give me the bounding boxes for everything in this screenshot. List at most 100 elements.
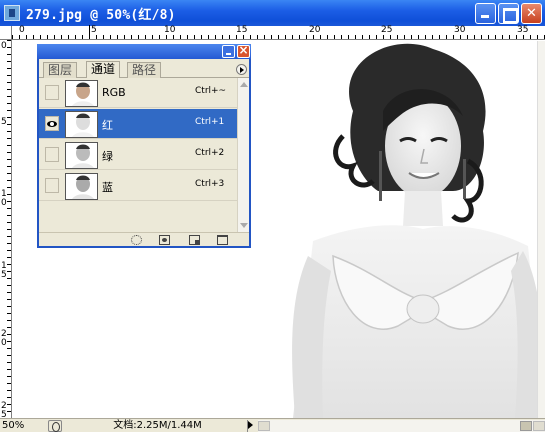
status-menu-arrow-icon[interactable] [248,421,253,429]
channel-shortcut: Ctrl+1 [195,117,225,127]
ruler-tick [7,271,11,272]
ruler-tick [376,35,377,39]
ruler-tick [7,362,11,363]
ruler-tick [7,124,11,125]
status-bar: 50% 文档:2.25M/1.44M [0,418,545,432]
zoom-level[interactable]: 50% [2,420,44,432]
ruler-tick [7,201,11,202]
ruler-tick [180,35,181,39]
ruler-tick [404,35,405,39]
ruler-tick [222,35,223,39]
channels-panel: 图层 通道 路径 RGB Ctrl+~ 红 Ctrl+1 绿 Ctrl+2 蓝 … [37,43,251,248]
ruler-tick [7,159,11,160]
ruler-tick [7,320,11,321]
channel-row-red[interactable]: 红 Ctrl+1 [39,109,239,139]
maximize-button[interactable] [498,3,519,24]
scroll-left-icon[interactable] [258,421,270,431]
ruler-tick [285,35,286,39]
scroll-up-icon[interactable] [240,82,248,87]
close-button[interactable]: ✕ [521,3,542,24]
visibility-toggle[interactable] [45,85,59,100]
ruler-tick [327,35,328,39]
ruler-tick [7,68,11,69]
ruler-tick [166,35,167,39]
ruler-tick [159,35,160,39]
ruler-tick [264,35,265,39]
ruler-tick [7,243,11,244]
ruler-label: 10 [164,25,176,35]
ruler-tick [453,35,454,39]
ruler-tick [26,35,27,39]
ruler-tick [110,35,111,39]
visibility-toggle[interactable] [45,178,59,193]
ruler-tick [7,278,11,279]
ruler-tick [7,411,11,412]
channel-row-green[interactable]: 绿 Ctrl+2 [39,140,239,170]
channel-row-rgb[interactable]: RGB Ctrl+~ [39,78,239,108]
status-info-icon[interactable] [48,420,62,432]
ruler-tick [397,35,398,39]
eye-icon [47,121,57,127]
save-selection-icon[interactable] [159,235,170,245]
ruler-tick [418,35,419,39]
ruler-tick [446,35,447,39]
ruler-tick [7,103,11,104]
channel-thumbnail [65,173,98,200]
vertical-scrollbar[interactable] [537,41,545,418]
panel-titlebar[interactable] [37,43,251,59]
ruler-tick [257,35,258,39]
ruler-tick [7,313,11,314]
ruler-tick [236,35,237,39]
tab-layers[interactable]: 图层 [43,62,78,78]
visibility-toggle[interactable] [45,147,59,162]
ruler-tick [481,35,482,39]
channel-row-blue[interactable]: 蓝 Ctrl+3 [39,171,239,201]
scroll-down-icon[interactable] [240,223,248,228]
horizontal-scrollbar[interactable] [258,420,545,432]
ruler-tick [7,194,11,195]
ruler-tick [7,187,11,188]
photoshop-doc-icon [4,5,20,21]
load-selection-icon[interactable] [131,235,142,245]
ruler-tick [411,35,412,39]
panel-minimize-button[interactable] [222,45,235,58]
ruler-tick [516,35,517,39]
channel-name: 红 [102,119,113,132]
ruler-top[interactable]: 0 5 10 15 20 25 30 35 [12,25,545,40]
ruler-tick [495,35,496,39]
ruler-tick [7,96,11,97]
scroll-right-icon[interactable] [533,421,545,431]
channel-thumbnail [65,142,98,169]
ruler-tick [7,89,11,90]
scroll-thumb[interactable] [520,421,532,431]
ruler-tick [502,35,503,39]
ruler-tick [7,334,11,335]
ruler-tick [7,299,11,300]
ruler-tick [201,35,202,39]
ruler-tick [7,397,11,398]
window-controls: ✕ [475,3,542,24]
ruler-tick [292,35,293,39]
ruler-tick [425,35,426,39]
panel-tabs: 图层 通道 路径 [39,59,249,78]
ruler-origin[interactable] [0,26,12,40]
ruler-tick [369,35,370,39]
visibility-toggle[interactable] [45,116,59,131]
channel-name: 绿 [102,150,113,163]
ruler-tick [187,35,188,39]
ruler-tick [103,35,104,39]
minimize-button[interactable] [475,3,496,24]
panel-menu-button[interactable] [236,64,247,75]
new-channel-icon[interactable] [189,235,200,245]
ruler-left[interactable]: 051 01 52 02 5 [0,40,12,420]
tab-channels[interactable]: 通道 [86,61,121,78]
channel-list-scrollbar[interactable] [237,78,249,232]
ruler-tick [117,35,118,39]
ruler-label: 0 [1,41,7,51]
tab-paths[interactable]: 路径 [127,62,162,78]
ruler-tick [474,35,475,39]
panel-close-button[interactable] [237,43,250,58]
trash-icon[interactable] [217,235,228,245]
ruler-tick [138,35,139,39]
ruler-tick [537,35,538,39]
